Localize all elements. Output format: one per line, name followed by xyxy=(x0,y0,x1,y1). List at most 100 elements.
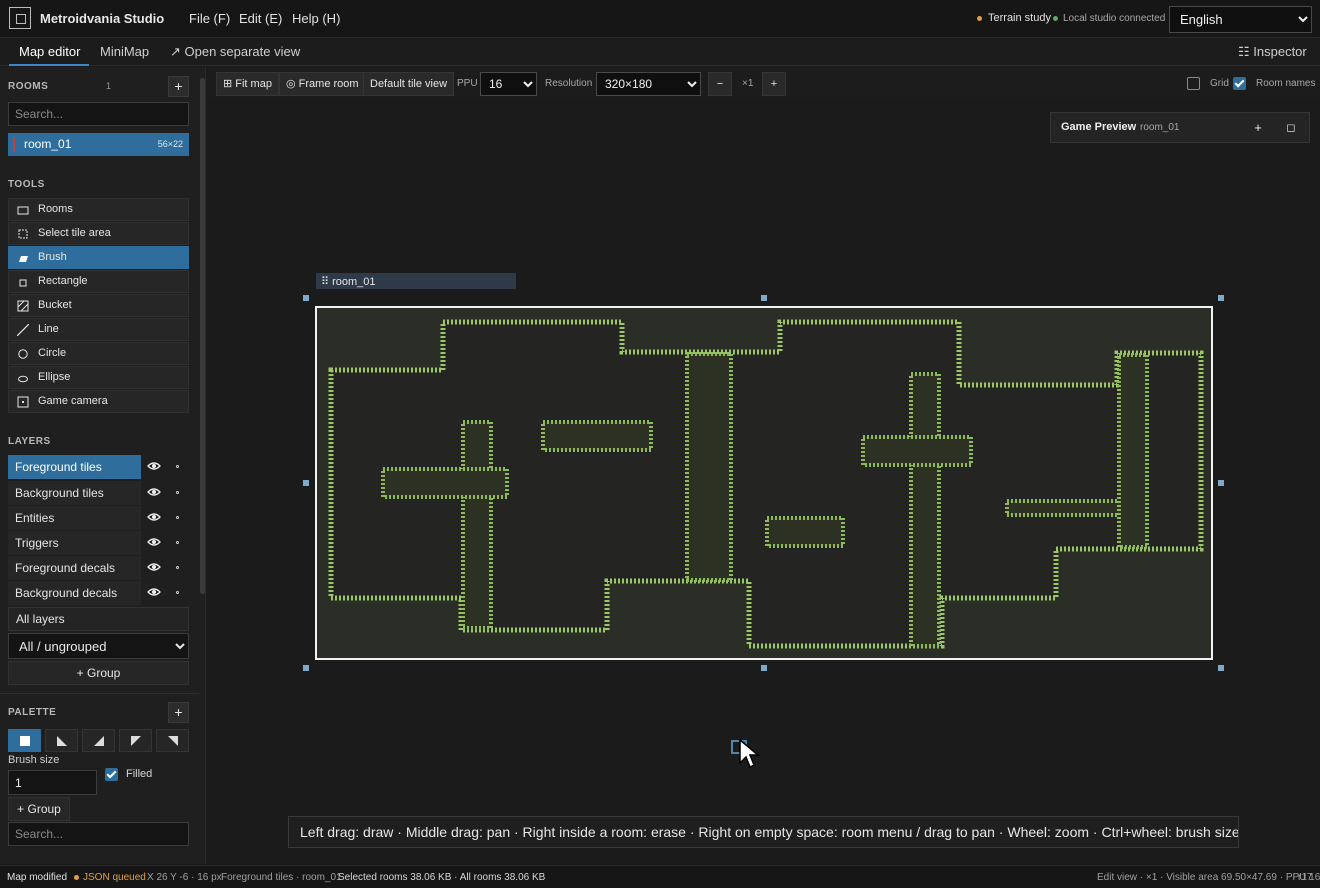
layer-name-box[interactable]: Foreground tiles xyxy=(8,455,141,479)
resolution-select[interactable]: 320×180 xyxy=(596,72,701,96)
title-bar: Metroidvania Studio File (F) Edit (E) He… xyxy=(0,0,1320,38)
resize-handle-n[interactable] xyxy=(761,295,767,301)
view-status: Edit view · ×1 · Visible area 69.50×47.6… xyxy=(1097,872,1320,883)
layer-name-box[interactable]: Background decals xyxy=(8,581,141,605)
room-item-size: 56×22 xyxy=(157,139,183,149)
slope-bottom-left-icon xyxy=(57,736,67,746)
room-names-checkbox[interactable] xyxy=(1233,77,1246,90)
layer-name-box[interactable]: Background tiles xyxy=(8,481,141,505)
fit-map-button[interactable]: ⊞ Fit map xyxy=(216,72,279,96)
resize-handle-w[interactable] xyxy=(303,480,309,486)
zoom-out-button[interactable]: − xyxy=(708,72,732,96)
left-panel-scrollbar[interactable] xyxy=(200,78,205,594)
slope-bottom-right-icon xyxy=(94,736,104,746)
eye-icon[interactable] xyxy=(147,586,161,598)
room-tag-label: ⠿ room_01 xyxy=(321,276,376,288)
view-tab-bar: Map editor MiniMap ↗ Open separate view … xyxy=(0,38,1320,66)
tool-brush[interactable]: Brush xyxy=(8,246,189,269)
resize-handle-sw[interactable] xyxy=(303,665,309,671)
palette-shape-slope-bl[interactable] xyxy=(45,729,78,752)
tool-select-tile-area[interactable]: Select tile area xyxy=(8,222,189,245)
grid-checkbox[interactable] xyxy=(1187,77,1200,90)
tool-label: Rectangle xyxy=(38,275,88,287)
terrain-pillar xyxy=(1117,353,1149,549)
tool-rooms[interactable]: Rooms xyxy=(8,198,189,221)
lock-toggle-icon[interactable] xyxy=(176,541,179,544)
tab-minimap[interactable]: MiniMap xyxy=(100,44,149,59)
resize-handle-nw[interactable] xyxy=(303,295,309,301)
mouse-pointer-icon xyxy=(739,739,761,769)
layer-row-background-tiles[interactable]: Background tiles xyxy=(8,481,189,505)
inspector-toggle[interactable]: ☷ Inspector xyxy=(1238,44,1307,60)
tool-circle[interactable]: Circle xyxy=(8,342,189,365)
default-tile-view-button[interactable]: Default tile view xyxy=(363,72,455,96)
frame-room-button[interactable]: ◎ Frame room xyxy=(279,72,366,96)
lock-toggle-icon[interactable] xyxy=(176,591,179,594)
tool-game-camera[interactable]: Game camera xyxy=(8,390,189,413)
room-item-name: room_01 xyxy=(24,137,72,151)
eye-icon[interactable] xyxy=(147,460,161,472)
room-tilemap[interactable] xyxy=(317,308,1211,658)
section-divider xyxy=(0,693,199,694)
layer-name-box[interactable]: Foreground decals xyxy=(8,556,141,580)
terrain-platform xyxy=(381,467,509,499)
eye-icon[interactable] xyxy=(147,561,161,573)
tool-line[interactable]: Line xyxy=(8,318,189,341)
lock-toggle-icon[interactable] xyxy=(176,566,179,569)
room-search-input[interactable] xyxy=(8,102,189,126)
add-layer-group-button[interactable]: + Group xyxy=(8,661,189,685)
cursor-position: X 26 Y -6 · 16 px xyxy=(147,872,222,883)
lock-toggle-icon[interactable] xyxy=(176,516,179,519)
tool-bucket[interactable]: Bucket xyxy=(8,294,189,317)
layer-name-box[interactable]: Triggers xyxy=(8,531,141,555)
add-palette-button[interactable]: + xyxy=(168,702,189,723)
palette-shape-slope-tr[interactable] xyxy=(156,729,189,752)
layer-row-entities[interactable]: Entities xyxy=(8,506,189,530)
tool-label: Bucket xyxy=(38,299,72,311)
game-preview-card[interactable]: Game Preview room_01 + ◻ xyxy=(1050,112,1310,143)
preview-add-button[interactable]: + xyxy=(1248,118,1268,138)
room-names-label: Room names xyxy=(1256,78,1316,89)
lock-toggle-icon[interactable] xyxy=(176,465,179,468)
preview-maximize-button[interactable]: ◻ xyxy=(1281,118,1301,138)
brush-size-input[interactable]: 1 xyxy=(8,770,97,795)
menu-edit[interactable]: Edit (E) xyxy=(239,11,282,26)
terrain-pillar xyxy=(461,420,493,630)
tab-map-editor[interactable]: Map editor xyxy=(19,44,80,59)
filled-checkbox[interactable] xyxy=(105,768,118,781)
palette-shape-square[interactable] xyxy=(8,729,41,752)
resize-handle-ne[interactable] xyxy=(1218,295,1224,301)
layer-row-triggers[interactable]: Triggers xyxy=(8,531,189,555)
tool-rectangle[interactable]: Rectangle xyxy=(8,270,189,293)
room-name-tag[interactable]: ⠿ room_01 xyxy=(316,273,516,289)
eye-icon[interactable] xyxy=(147,511,161,523)
menu-help[interactable]: Help (H) xyxy=(292,11,340,26)
language-select[interactable]: English xyxy=(1169,6,1312,33)
zoom-in-button[interactable]: + xyxy=(762,72,786,96)
layer-name-box[interactable]: Entities xyxy=(8,506,141,530)
palette-shape-slope-tl[interactable] xyxy=(119,729,152,752)
tool-ellipse[interactable]: Ellipse xyxy=(8,366,189,389)
menu-file[interactable]: File (F) xyxy=(189,11,230,26)
lock-toggle-icon[interactable] xyxy=(176,491,179,494)
layers-heading: LAYERS xyxy=(8,436,51,447)
select-area-icon xyxy=(18,229,28,239)
all-layers-button[interactable]: All layers xyxy=(8,607,189,631)
layer-row-foreground-tiles[interactable]: Foreground tiles xyxy=(8,455,189,479)
room-01-frame[interactable] xyxy=(315,306,1213,660)
ppu-select[interactable]: 16 xyxy=(480,72,537,96)
open-separate-view-link[interactable]: ↗ Open separate view xyxy=(170,44,300,60)
layer-row-foreground-decals[interactable]: Foreground decals xyxy=(8,556,189,580)
add-room-button[interactable]: + xyxy=(168,76,189,97)
resize-handle-e[interactable] xyxy=(1218,480,1224,486)
resize-handle-s[interactable] xyxy=(761,665,767,671)
layer-group-select[interactable]: All / ungrouped xyxy=(8,633,189,659)
room-list-item[interactable]: room_01 56×22 xyxy=(8,133,189,156)
palette-shape-slope-br[interactable] xyxy=(82,729,115,752)
layer-row-background-decals[interactable]: Background decals xyxy=(8,581,189,605)
eye-icon[interactable] xyxy=(147,486,161,498)
add-palette-group-button[interactable]: + Group xyxy=(8,797,70,821)
eye-icon[interactable] xyxy=(147,536,161,548)
resize-handle-se[interactable] xyxy=(1218,665,1224,671)
palette-search-input[interactable] xyxy=(8,822,189,846)
